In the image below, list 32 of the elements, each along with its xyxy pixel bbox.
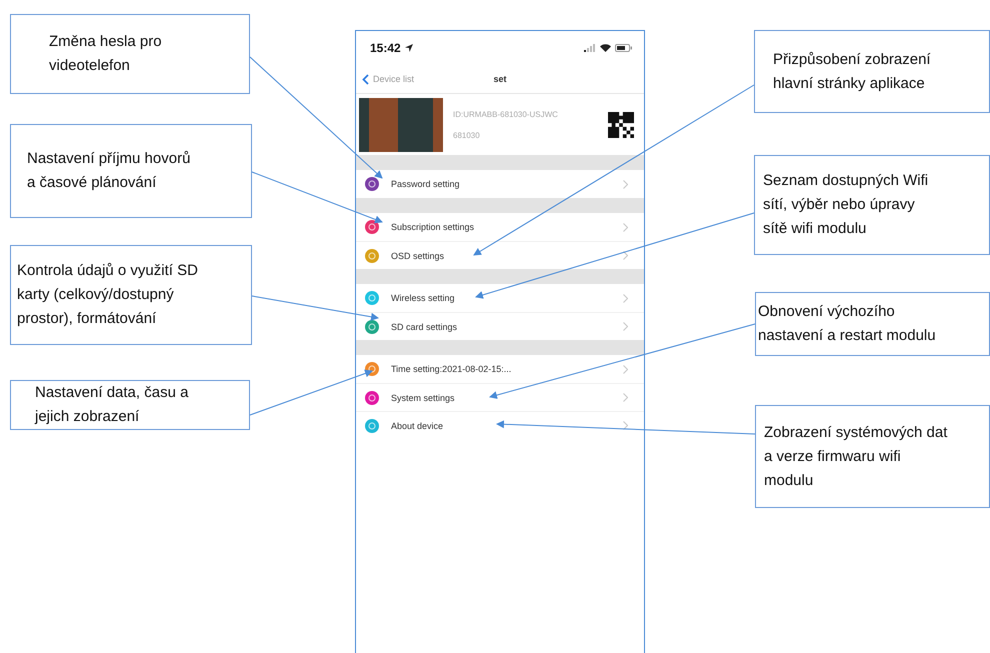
- chevron-right-icon: [623, 364, 628, 374]
- location-arrow-icon: [404, 44, 413, 52]
- chevron-right-icon: [623, 222, 628, 232]
- callout-text: Změna hesla pro videotelefon: [49, 32, 163, 76]
- chevron-right-icon: [623, 251, 628, 260]
- chevron-right-icon: [623, 393, 628, 402]
- callout-text: Přizpůsobení zobrazení hlavní stránky aplikace: [773, 50, 932, 94]
- settings-row[interactable]: Subscription settings: [356, 213, 644, 241]
- callout-text: Nastavení data, času a jejich zobrazení: [35, 383, 190, 427]
- settings-row[interactable]: Wireless setting: [356, 284, 644, 312]
- device-id: ID:URMABB-681030-USJWC: [453, 110, 559, 118]
- chevron-left-icon: [362, 74, 369, 84]
- settings-row[interactable]: System settings: [356, 383, 644, 411]
- chevron-right-icon: [623, 421, 628, 430]
- callout-text: Kontrola údajů o využití SD karty (celkový/dostupný prostor), formátování: [17, 261, 199, 329]
- settings-row[interactable]: Password setting: [356, 170, 644, 198]
- chevron-right-icon: [623, 180, 628, 188]
- callout-text: Nastavení příjmu hovorů a časové plánování: [27, 149, 192, 193]
- callout-text: Seznam dostupných Wifi sítí, výběr nebo úpravy sítě wifi modulu: [763, 171, 930, 239]
- callout-text: Zobrazení systémových dat a verze firmwaru wifi modulu: [764, 422, 948, 490]
- screen-title: set: [494, 74, 506, 84]
- settings-row[interactable]: About device: [356, 411, 644, 439]
- battery-icon: [615, 44, 632, 52]
- status-time: 15:42: [370, 41, 401, 55]
- signal-icon: [584, 44, 596, 52]
- chevron-right-icon: [623, 322, 628, 331]
- chevron-right-icon: [623, 294, 628, 302]
- callout-text: Obnovení výchozího nastavení a restart modulu: [758, 302, 937, 346]
- device-name: 681030: [453, 130, 481, 140]
- qr-code-icon: [608, 112, 634, 138]
- settings-row[interactable]: Time setting:2021-08-02-15:...: [356, 355, 644, 383]
- wifi-icon: [600, 44, 611, 52]
